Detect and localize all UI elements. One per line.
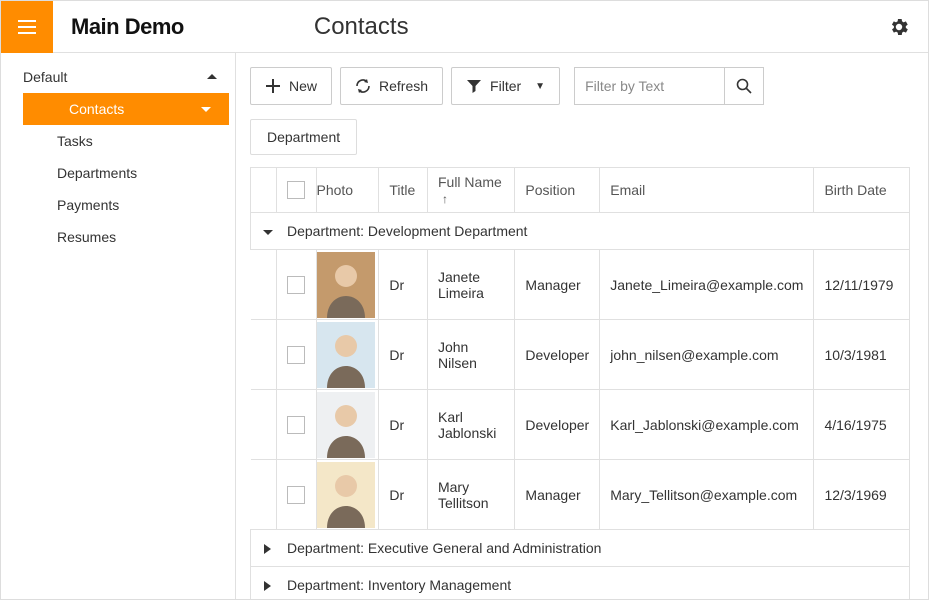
toolbar: New Refresh Filter ▼ (250, 67, 910, 105)
group-row[interactable]: Department: Inventory Management (251, 567, 910, 600)
new-button[interactable]: New (250, 67, 332, 105)
cell-email: Janete_Limeira@example.com (600, 250, 814, 320)
cell-position: Manager (515, 460, 600, 530)
cell-title: Dr (379, 320, 428, 390)
column-header-full-name-label: Full Name (438, 174, 502, 190)
row-checkbox[interactable] (287, 276, 305, 294)
cell-position: Manager (515, 250, 600, 320)
caret-down-icon: ▼ (535, 81, 545, 92)
cell-birth-date: 4/16/1975 (814, 390, 910, 460)
sidebar-item-label: Payments (57, 197, 119, 213)
sidebar-item-label: Tasks (57, 133, 93, 149)
cell-title: Dr (379, 460, 428, 530)
caret-up-icon (207, 72, 217, 82)
gear-icon (888, 16, 910, 38)
contact-photo (317, 252, 375, 318)
column-header-photo[interactable]: Photo (316, 168, 379, 213)
sidebar-item-resumes[interactable]: Resumes (1, 221, 235, 253)
cell-position: Developer (515, 320, 600, 390)
group-row[interactable]: Department: Development Department (251, 213, 910, 250)
search-icon (736, 78, 752, 94)
table-row[interactable]: DrJohn NilsenDeveloperjohn_nilsen@exampl… (251, 320, 910, 390)
column-header-email[interactable]: Email (600, 168, 814, 213)
table-row[interactable]: DrJanete LimeiraManagerJanete_Limeira@ex… (251, 250, 910, 320)
sidebar-item-label: Resumes (57, 229, 116, 245)
table-row[interactable]: DrMary TellitsonManagerMary_Tellitson@ex… (251, 460, 910, 530)
refresh-icon (355, 78, 371, 94)
sidebar-item-label: Contacts (69, 101, 124, 117)
group-label: Department: Development Department (287, 223, 527, 239)
sidebar-item-contacts[interactable]: Contacts (23, 93, 229, 125)
sidebar-item-payments[interactable]: Payments (1, 189, 235, 221)
column-header-select[interactable] (276, 168, 316, 213)
contacts-grid: Photo Title Full Name ↑ Position Email B… (250, 167, 910, 599)
contact-photo (317, 392, 375, 458)
app-title: Main Demo (71, 14, 184, 40)
cell-birth-date: 10/3/1981 (814, 320, 910, 390)
cell-birth-date: 12/3/1969 (814, 460, 910, 530)
refresh-button-label: Refresh (379, 78, 428, 94)
sidebar-group-label: Default (23, 69, 67, 85)
group-label: Department: Executive General and Admini… (287, 540, 601, 556)
new-button-label: New (289, 78, 317, 94)
cell-email: john_nilsen@example.com (600, 320, 814, 390)
filter-button-label: Filter (490, 78, 521, 94)
contact-photo (317, 462, 375, 528)
row-checkbox[interactable] (287, 416, 305, 434)
contact-photo (317, 322, 375, 388)
column-header-expand (251, 168, 277, 213)
caret-down-icon (259, 227, 277, 237)
page-title: Contacts (314, 13, 409, 41)
cell-full-name: John Nilsen (427, 320, 514, 390)
cell-full-name: Karl Jablonski (427, 390, 514, 460)
cell-email: Mary_Tellitson@example.com (600, 460, 814, 530)
refresh-button[interactable]: Refresh (340, 67, 443, 105)
cell-full-name: Mary Tellitson (427, 460, 514, 530)
sidebar: Default Contacts Tasks Departments Payments… (1, 53, 236, 599)
column-header-title[interactable]: Title (379, 168, 428, 213)
column-header-full-name[interactable]: Full Name ↑ (427, 168, 514, 213)
sidebar-item-tasks[interactable]: Tasks (1, 125, 235, 157)
plus-icon (265, 78, 281, 94)
group-label: Department: Inventory Management (287, 577, 511, 593)
caret-down-icon (201, 104, 211, 114)
cell-title: Dr (379, 390, 428, 460)
row-checkbox[interactable] (287, 346, 305, 364)
cell-email: Karl_Jablonski@example.com (600, 390, 814, 460)
group-panel: Department (250, 119, 910, 155)
column-header-birth-date[interactable]: Birth Date (814, 168, 910, 213)
app-header: Main Demo Contacts (1, 1, 928, 53)
group-row[interactable]: Department: Executive General and Admini… (251, 530, 910, 567)
sort-asc-icon: ↑ (442, 192, 448, 206)
caret-right-icon (259, 544, 277, 554)
sidebar-item-departments[interactable]: Departments (1, 157, 235, 189)
sidebar-group-default[interactable]: Default (1, 61, 235, 93)
table-row[interactable]: DrKarl JablonskiDeveloperKarl_Jablonski@… (251, 390, 910, 460)
hamburger-menu-button[interactable] (1, 1, 53, 53)
cell-full-name: Janete Limeira (427, 250, 514, 320)
search-button[interactable] (724, 67, 764, 105)
hamburger-icon (15, 15, 39, 39)
select-all-checkbox[interactable] (287, 181, 305, 199)
cell-birth-date: 12/11/1979 (814, 250, 910, 320)
settings-button[interactable] (888, 16, 910, 38)
filter-button[interactable]: Filter ▼ (451, 67, 560, 105)
main-content: New Refresh Filter ▼ (236, 53, 928, 599)
cell-title: Dr (379, 250, 428, 320)
column-header-position[interactable]: Position (515, 168, 600, 213)
group-chip-department[interactable]: Department (250, 119, 357, 155)
cell-position: Developer (515, 390, 600, 460)
search-input[interactable] (574, 67, 724, 105)
row-checkbox[interactable] (287, 486, 305, 504)
sidebar-item-label: Departments (57, 165, 137, 181)
filter-icon (466, 78, 482, 94)
caret-right-icon (259, 581, 277, 591)
